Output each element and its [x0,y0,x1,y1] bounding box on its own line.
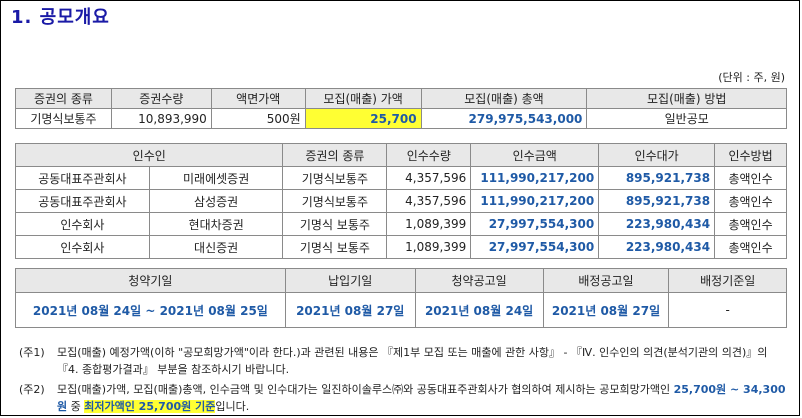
cell-payment-date: 2021년 08월 27일 [284,292,416,328]
offering-data-row: 기명식보통주 10,893,990 500원 25,700 279,975,54… [15,108,787,129]
header-subscription-notice-date: 청약공고일 [414,268,544,293]
header-subscription-date: 청약기일 [15,268,286,293]
cell-fee: 223,980,434 [598,235,716,259]
schedule-table: 청약기일 납입기일 청약공고일 배정공고일 배정기준일 2021년 08월 24… [15,268,787,328]
footnote-text: 모집(매출)가액, 모집(매출)총액, 인수금액 및 인수대가는 일진하이솔루스… [57,381,791,415]
footnote-label: (주1) [19,346,45,359]
header-underwriting-fee: 인수대가 [598,143,716,167]
footnote-label: (주2) [19,383,45,396]
header-offer-total: 모집(매출) 총액 [420,88,588,109]
table-row: 인수회사 현대차증권 기명식 보통주 1,089,399 27,997,554,… [15,212,787,236]
footnote-text: 모집(매출) 예정가액(이하 "공모희망가액"이라 한다.)과 관련된 내용은 … [57,346,768,376]
cell-name: 미래에셋증권 [148,166,284,190]
cell-allocation-notice-date: 2021년 08월 27일 [542,292,670,328]
header-allocation-record-date: 배정기준일 [668,268,787,293]
cell-amount: 111,990,217,200 [470,166,600,190]
cell-fee: 223,980,434 [598,212,716,236]
cell-security-type: 기명식보통주 [15,108,112,129]
document-frame: 1. 공모개요 (단위 : 주, 원) 증권의 종류 증권수량 액면가액 모집(… [0,0,800,416]
cell-role: 공동대표주관회사 [15,189,150,213]
underwriter-table: 인수인 증권의 종류 인수수량 인수금액 인수대가 인수방법 공동대표주관회사 … [14,143,787,259]
cell-offer-price: 25,700 [304,108,422,129]
header-underwritten-qty: 인수수량 [386,143,472,167]
cell-par-value: 500원 [210,108,306,129]
header-quantity: 증권수량 [110,88,212,109]
cell-fee: 895,921,738 [598,189,716,213]
section-title: 1. 공모개요 [11,7,110,28]
min-price-highlight: 최저가액인 25,700원 기준 [84,400,216,413]
header-payment-date: 납입기일 [284,268,416,293]
footnote-text-post: 입니다. [215,400,250,413]
offering-table: 증권의 종류 증권수량 액면가액 모집(매출) 가액 모집(매출) 총액 모집(… [15,88,787,129]
header-par-value: 액면가액 [210,88,306,109]
cell-type: 기명식보통주 [282,166,388,190]
cell-subscription-notice-date: 2021년 08월 24일 [414,292,544,328]
footnote-1: (주1) 모집(매출) 예정가액(이하 "공모희망가액"이라 한다.)과 관련된… [19,344,791,378]
header-underwritten-amount: 인수금액 [470,143,600,167]
schedule-data-row: 2021년 08월 24일 ~ 2021년 08월 25일 2021년 08월 … [15,292,787,328]
footnote-2: (주2) 모집(매출)가액, 모집(매출)총액, 인수금액 및 인수대가는 일진… [19,381,791,415]
cell-subscription-date: 2021년 08월 24일 ~ 2021년 08월 25일 [15,292,286,328]
cell-qty: 1,089,399 [386,235,472,259]
cell-role: 공동대표주관회사 [15,166,150,190]
footnote-text-pre: 모집(매출)가액, 모집(매출)총액, 인수금액 및 인수대가는 일진하이솔루스… [57,383,674,396]
header-allocation-notice-date: 배정공고일 [542,268,670,293]
cell-offer-method: 일반공모 [586,108,787,129]
cell-role: 인수회사 [15,235,150,259]
underwriter-header-row: 인수인 증권의 종류 인수수량 인수금액 인수대가 인수방법 [14,143,787,167]
footnote-text-mid: 중 [67,400,85,413]
cell-method: 총액인수 [714,189,787,213]
header-security-type: 증권의 종류 [282,143,388,167]
header-underwriter: 인수인 [14,143,284,167]
cell-type: 기명식보통주 [282,189,388,213]
cell-method: 총액인수 [714,235,787,259]
cell-amount: 27,997,554,300 [470,212,600,236]
cell-method: 총액인수 [714,212,787,236]
footnotes: (주1) 모집(매출) 예정가액(이하 "공모희망가액"이라 한다.)과 관련된… [19,344,791,418]
cell-allocation-record-date: - [668,292,787,328]
cell-qty: 4,357,596 [386,166,472,190]
offering-header-row: 증권의 종류 증권수량 액면가액 모집(매출) 가액 모집(매출) 총액 모집(… [15,88,787,109]
cell-name: 삼성증권 [148,189,284,213]
cell-method: 총액인수 [714,166,787,190]
cell-qty: 1,089,399 [386,212,472,236]
header-security-type: 증권의 종류 [15,88,112,109]
cell-name: 대신증권 [148,235,284,259]
header-underwriting-method: 인수방법 [714,143,787,167]
table-row: 공동대표주관회사 미래에셋증권 기명식보통주 4,357,596 111,990… [15,166,787,190]
table-row: 공동대표주관회사 삼성증권 기명식보통주 4,357,596 111,990,2… [15,189,787,213]
cell-amount: 111,990,217,200 [470,189,600,213]
cell-name: 현대차증권 [148,212,284,236]
cell-role: 인수회사 [15,212,150,236]
table-row: 인수회사 대신증권 기명식 보통주 1,089,399 27,997,554,3… [15,235,787,259]
header-offer-method: 모집(매출) 방법 [586,88,787,109]
header-offer-price: 모집(매출) 가액 [304,88,422,109]
cell-offer-total: 279,975,543,000 [420,108,588,129]
cell-type: 기명식 보통주 [282,235,388,259]
cell-qty: 4,357,596 [386,189,472,213]
cell-type: 기명식 보통주 [282,212,388,236]
cell-quantity: 10,893,990 [110,108,212,129]
schedule-header-row: 청약기일 납입기일 청약공고일 배정공고일 배정기준일 [15,268,787,293]
cell-fee: 895,921,738 [598,166,716,190]
unit-label: (단위 : 주, 원) [718,71,785,84]
cell-amount: 27,997,554,300 [470,235,600,259]
